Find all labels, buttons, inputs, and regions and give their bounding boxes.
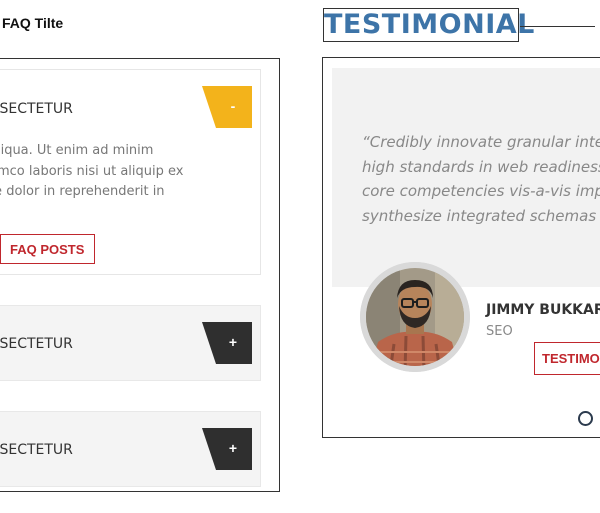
slider-dot[interactable] <box>578 411 593 426</box>
faq-item: NSECTETUR + <box>0 305 261 381</box>
faq-question[interactable]: NSECTETUR <box>0 336 73 352</box>
faq-question[interactable]: NSECTETUR <box>0 442 73 458</box>
faq-question[interactable]: NSECTETUR <box>0 101 73 117</box>
heading-divider <box>520 26 595 27</box>
minus-icon: - <box>230 98 236 114</box>
faq-posts-button-label: FAQ POSTS <box>10 242 85 257</box>
quote-line: synthesize integrated schemas wit <box>362 206 600 225</box>
testimonials-button-label: TESTIMO <box>542 351 600 366</box>
faq-answer: aliqua. Ut enim ad minim amco laboris ni… <box>0 141 184 203</box>
faq-section-title: FAQ Tilte <box>2 15 64 31</box>
author-name: JIMMY BUKKARD <box>486 302 600 318</box>
faq-answer-line: amco laboris nisi ut aliquip ex <box>0 163 184 179</box>
testimonials-button[interactable]: TESTIMO <box>534 342 600 375</box>
plus-icon: + <box>228 440 238 456</box>
avatar <box>360 262 470 372</box>
testimonial-heading: TESTIMONIAL <box>323 8 535 42</box>
person-photo-icon <box>360 262 470 372</box>
faq-expand-toggle[interactable]: + <box>202 428 252 470</box>
plus-icon: + <box>228 334 238 350</box>
quote-line: high standards in web readiness. I <box>362 157 600 176</box>
quote-line: “Credibly innovate granular intern <box>362 133 600 151</box>
faq-answer-line: re dolor in reprehenderit in <box>0 184 165 199</box>
faq-posts-button[interactable]: FAQ POSTS <box>0 234 95 264</box>
faq-expand-toggle[interactable]: + <box>202 322 252 364</box>
quote-line: core competencies vis-a-vis impac <box>362 182 600 200</box>
faq-answer-line: aliqua. Ut enim ad minim <box>0 143 154 158</box>
author-role: SEO <box>486 324 513 339</box>
faq-collapse-toggle[interactable]: - <box>202 86 252 128</box>
testimonial-quote: “Credibly innovate granular intern high … <box>362 130 600 228</box>
faq-item: NSECTETUR + <box>0 411 261 487</box>
